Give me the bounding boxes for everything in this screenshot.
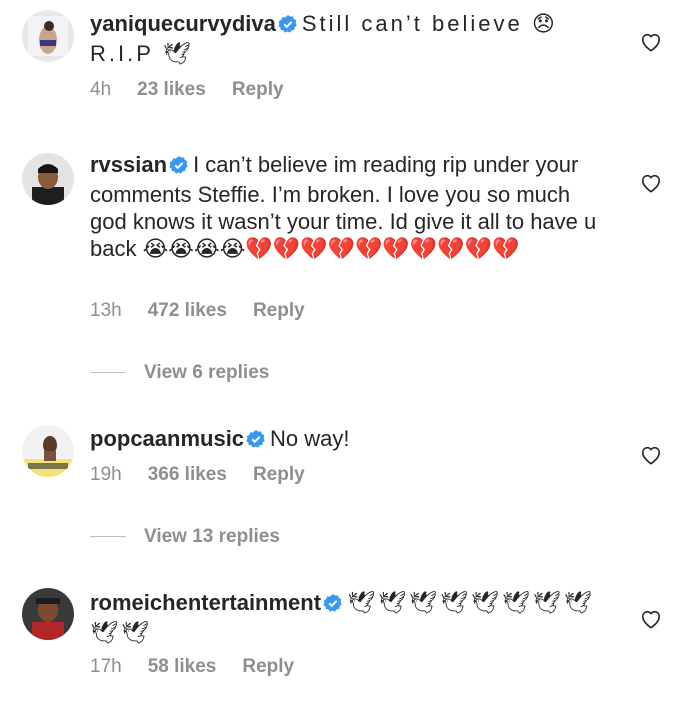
divider-line [90,372,126,374]
avatar[interactable] [22,153,74,205]
likes-count[interactable]: 472 likes [148,300,227,321]
comment-meta: 13h 472 likes Reply [90,300,331,322]
comment-time: 17h [90,656,122,677]
view-replies-button[interactable]: View 13 replies [90,526,280,548]
comment-time: 19h [90,464,122,485]
view-replies-button[interactable]: View 6 replies [90,362,269,384]
comment-text-block: popcaanmusic No way! [90,425,610,455]
avatar[interactable] [22,10,74,62]
comment-time: 4h [90,79,112,100]
verified-badge-icon [278,13,298,40]
comment-username[interactable]: romeichentertainment [90,590,321,615]
comment-time: 13h [90,300,122,321]
heart-outline-icon[interactable] [640,445,662,470]
verified-badge-icon [246,428,266,455]
comment-body: No way! [270,426,350,451]
heart-outline-icon[interactable] [640,173,662,198]
likes-count[interactable]: 23 likes [137,79,206,100]
view-replies-label[interactable]: View 13 replies [144,526,280,547]
heart-outline-icon[interactable] [640,609,662,634]
likes-count[interactable]: 366 likes [148,464,227,485]
comment-username[interactable]: popcaanmusic [90,426,244,451]
heart-outline-icon[interactable] [640,32,662,57]
comment-meta: 19h 366 likes Reply [90,464,331,486]
comment-text-block: rvssian I can’t believe im reading rip un… [90,151,610,262]
verified-badge-icon [323,592,343,619]
verified-badge-icon [169,154,189,181]
avatar[interactable] [22,425,74,477]
comment-username[interactable]: yaniquecurvydiva [90,11,276,36]
likes-count[interactable]: 58 likes [148,656,217,677]
comment-text-block: yaniquecurvydiva Still can’t believe 😞 R.… [90,10,610,67]
reply-button[interactable]: Reply [232,79,284,100]
reply-button[interactable]: Reply [242,656,294,677]
comment-text-block: romeichentertainment 🕊🕊🕊🕊🕊🕊🕊🕊🕊🕊 [90,589,610,646]
comment-meta: 17h 58 likes Reply [90,656,320,678]
view-replies-label[interactable]: View 6 replies [144,362,269,383]
avatar[interactable] [22,588,74,640]
reply-button[interactable]: Reply [253,300,305,321]
reply-button[interactable]: Reply [253,464,305,485]
comment-username[interactable]: rvssian [90,152,167,177]
comment-meta: 4h 23 likes Reply [90,79,310,101]
divider-line [90,536,126,538]
